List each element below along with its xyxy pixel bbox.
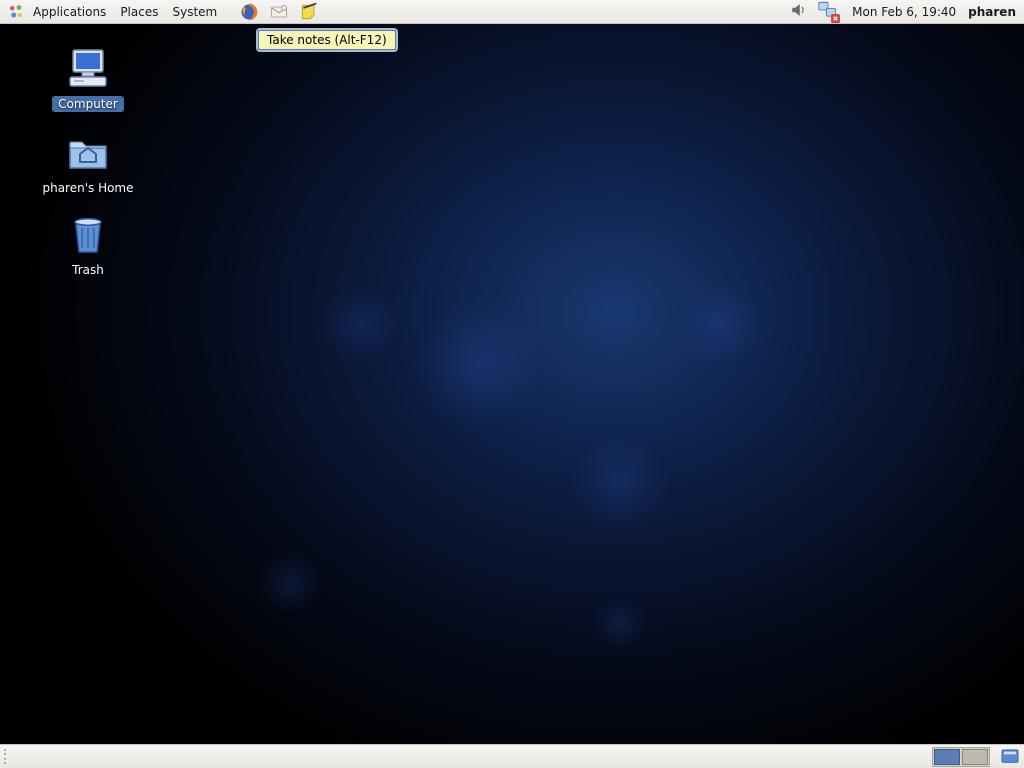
network-applet[interactable]: [818, 1, 838, 22]
desktop[interactable]: Computer pharen's Home Trash: [0, 24, 1024, 744]
clock-applet[interactable]: Mon Feb 6, 19:40: [852, 5, 956, 19]
launcher-notes[interactable]: [298, 1, 320, 23]
desktop-icon-home[interactable]: pharen's Home: [28, 128, 148, 196]
home-folder-icon: [64, 128, 112, 176]
envelope-icon: [269, 2, 289, 22]
speaker-icon: [790, 1, 808, 19]
menu-applications[interactable]: Applications: [26, 5, 113, 19]
workspace-2[interactable]: [962, 749, 988, 765]
quick-launch-bar: [238, 1, 320, 23]
user-switcher[interactable]: pharen: [968, 5, 1016, 19]
volume-applet[interactable]: [790, 1, 808, 22]
bottom-panel: [0, 744, 1024, 768]
panel-handle-icon[interactable]: [4, 748, 10, 766]
desktop-icon-trash[interactable]: Trash: [28, 210, 148, 278]
error-badge-icon: [831, 14, 840, 23]
computer-icon: [64, 44, 112, 92]
workspace-switcher[interactable]: [932, 747, 990, 767]
firefox-icon: [239, 2, 259, 22]
menu-places[interactable]: Places: [113, 5, 165, 19]
desktop-icon-label: Trash: [68, 262, 108, 278]
menu-system[interactable]: System: [165, 5, 224, 19]
system-tray: [790, 1, 838, 22]
gnome-logo-icon: [6, 2, 26, 22]
desktop-icon-computer[interactable]: Computer: [28, 44, 148, 112]
show-desktop-icon: [1001, 749, 1019, 765]
sticky-note-icon: [299, 2, 319, 22]
top-panel: Applications Places System: [0, 0, 1024, 24]
desktop-icon-label: pharen's Home: [38, 180, 137, 196]
trash-icon: [64, 210, 112, 258]
show-desktop-button[interactable]: [1000, 748, 1020, 766]
workspace-1[interactable]: [934, 749, 960, 765]
desktop-icon-label: Computer: [52, 96, 124, 112]
launcher-firefox[interactable]: [238, 1, 260, 23]
launcher-evolution[interactable]: [268, 1, 290, 23]
tooltip: Take notes (Alt-F12): [258, 30, 396, 50]
